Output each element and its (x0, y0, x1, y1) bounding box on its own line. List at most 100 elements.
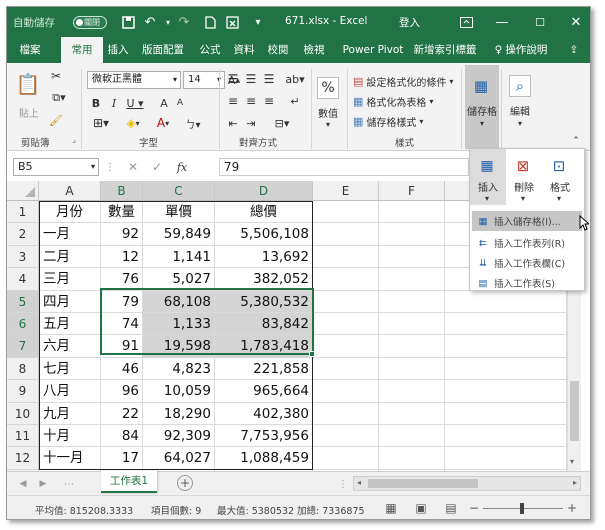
align-left-icon[interactable]: ≡ (225, 93, 241, 109)
ribbon-options-icon[interactable] (457, 12, 475, 32)
table-cell[interactable]: 18,290 (143, 402, 215, 425)
sheet-more-icon[interactable]: ⋯ (64, 477, 74, 491)
editing-dropdown-icon[interactable]: ▾ (513, 117, 527, 129)
empty-cell[interactable] (445, 402, 567, 425)
tab-file[interactable]: 檔案 (9, 37, 51, 63)
horizontal-scrollbar[interactable]: ◂ ▸ (353, 476, 581, 491)
table-cell[interactable]: 92,309 (143, 425, 215, 448)
font-name-select[interactable]: 微軟正黑體 ▾ (87, 71, 181, 89)
table-cell[interactable]: 五月 (39, 313, 101, 336)
minimize-icon[interactable]: — (493, 12, 511, 32)
row-header-8[interactable]: 8 (7, 357, 39, 381)
paste-icon[interactable]: 📋 (15, 69, 41, 99)
sheet-next-icon[interactable]: ▶ (37, 477, 49, 491)
table-cell[interactable]: 二月 (39, 245, 101, 269)
delete-cells-icon[interactable]: ⊠ (512, 155, 534, 177)
table-cell[interactable]: 1,133 (143, 313, 215, 336)
table-cell[interactable]: 四月 (39, 290, 101, 313)
table-cell[interactable]: 十一月 (39, 447, 101, 470)
empty-cell[interactable] (313, 357, 379, 381)
tab-formulas[interactable]: 公式 (195, 37, 225, 63)
font-color-icon[interactable]: A ▾ (151, 115, 175, 131)
orientation-icon[interactable]: ab▾ (285, 71, 305, 87)
cells-dropdown-icon[interactable]: ▾ (475, 117, 489, 129)
empty-cell[interactable] (445, 447, 567, 470)
delete-button[interactable]: 刪除 (508, 179, 540, 194)
empty-cell[interactable] (379, 425, 445, 448)
tab-power-pivot[interactable]: Power Pivot (337, 37, 409, 63)
sign-in-link[interactable]: 登入 (399, 15, 420, 30)
editing-button[interactable]: 編輯 (505, 103, 535, 118)
search-icon[interactable]: ⌕ (509, 75, 531, 97)
underline-button[interactable]: U ▾ (125, 95, 145, 111)
name-box[interactable]: B5 ▾ (13, 158, 99, 176)
confirm-entry-icon[interactable]: ✓ (149, 159, 165, 175)
table-cell[interactable]: 76 (101, 268, 143, 291)
align-center-icon[interactable]: ≡ (243, 93, 259, 109)
empty-cell[interactable] (445, 380, 567, 403)
save-as-icon[interactable] (223, 12, 241, 32)
empty-cell[interactable] (379, 268, 445, 291)
table-cell[interactable]: 965,664 (215, 380, 313, 403)
scroll-left-icon[interactable]: ◂ (357, 478, 361, 487)
clipboard-launcher-icon[interactable]: ⌟ (69, 133, 79, 145)
tab-insert[interactable]: 插入 (103, 37, 133, 63)
align-right-icon[interactable]: ≡ (261, 93, 277, 109)
table-cell[interactable]: 1,783,418 (215, 335, 313, 358)
phonetic-icon[interactable]: ㄅ▾ (183, 115, 203, 131)
table-cell[interactable]: 84 (101, 425, 143, 448)
table-cell[interactable]: 八月 (39, 380, 101, 403)
maximize-icon[interactable]: ☐ (531, 12, 549, 32)
table-cell[interactable]: 92 (101, 223, 143, 246)
share-icon[interactable]: ⇪ (562, 37, 586, 63)
cancel-entry-icon[interactable]: ✕ (125, 159, 141, 175)
insert-button[interactable]: 插入 (472, 179, 504, 194)
empty-cell[interactable] (445, 313, 567, 336)
empty-cell[interactable] (379, 357, 445, 381)
cell-styles-button[interactable]: ▦ 儲存格樣式 ▾ (353, 113, 423, 129)
decrease-indent-icon[interactable]: ⇤ (225, 115, 241, 131)
table-cell[interactable]: 5,506,108 (215, 223, 313, 246)
table-cell[interactable]: 一月 (39, 223, 101, 246)
table-cell[interactable]: 68,108 (143, 290, 215, 313)
tell-me-search[interactable]: ♀ 操作說明 (485, 37, 557, 63)
formula-input[interactable]: 79 (219, 158, 469, 176)
empty-cell[interactable] (313, 447, 379, 470)
zoom-slider-thumb[interactable] (520, 503, 524, 514)
borders-icon[interactable]: ⊞▾ (89, 115, 113, 131)
delete-dropdown-icon[interactable]: ▾ (516, 193, 530, 203)
row-header-5[interactable]: 5 (7, 290, 39, 313)
format-dropdown-icon[interactable]: ▾ (552, 193, 566, 203)
empty-cell[interactable] (313, 402, 379, 425)
table-cell[interactable]: 5,027 (143, 268, 215, 291)
table-cell[interactable]: 九月 (39, 402, 101, 425)
row-header-11[interactable]: 11 (7, 425, 39, 448)
copy-icon[interactable]: ⧉▾ (49, 91, 69, 105)
percent-icon[interactable]: % (317, 77, 339, 99)
table-cell[interactable]: 221,858 (215, 357, 313, 381)
tab-home[interactable]: 常用 (61, 37, 103, 63)
number-dropdown-icon[interactable]: ▾ (321, 119, 335, 129)
row-header-3[interactable]: 3 (7, 245, 39, 269)
table-cell[interactable]: 7,753,956 (215, 425, 313, 448)
empty-cell[interactable] (379, 201, 445, 224)
empty-cell[interactable] (313, 268, 379, 291)
redo-icon[interactable]: ↷ (175, 12, 193, 32)
header-cell[interactable]: 月份 (39, 201, 101, 224)
page-layout-view-icon[interactable]: ▣ (413, 501, 429, 515)
header-cell[interactable]: 數量 (101, 201, 143, 224)
undo-icon[interactable]: ↶ (141, 12, 159, 32)
table-cell[interactable]: 17 (101, 447, 143, 470)
normal-view-icon[interactable]: ▦ (383, 501, 399, 515)
table-cell[interactable]: 64,027 (143, 447, 215, 470)
empty-cell[interactable] (379, 335, 445, 358)
table-cell[interactable]: 79 (101, 290, 143, 313)
row-header-7[interactable]: 7 (7, 335, 39, 358)
empty-cell[interactable] (313, 201, 379, 224)
align-top-icon[interactable]: ☰ (225, 71, 241, 87)
table-cell[interactable]: 19,598 (143, 335, 215, 358)
menu-insert-columns[interactable]: ⇊ 插入工作表欄(C) (472, 253, 582, 273)
tab-new-tab[interactable]: 新增索引標籤 (411, 37, 479, 63)
table-cell[interactable]: 402,380 (215, 402, 313, 425)
row-header-4[interactable]: 4 (7, 268, 39, 291)
